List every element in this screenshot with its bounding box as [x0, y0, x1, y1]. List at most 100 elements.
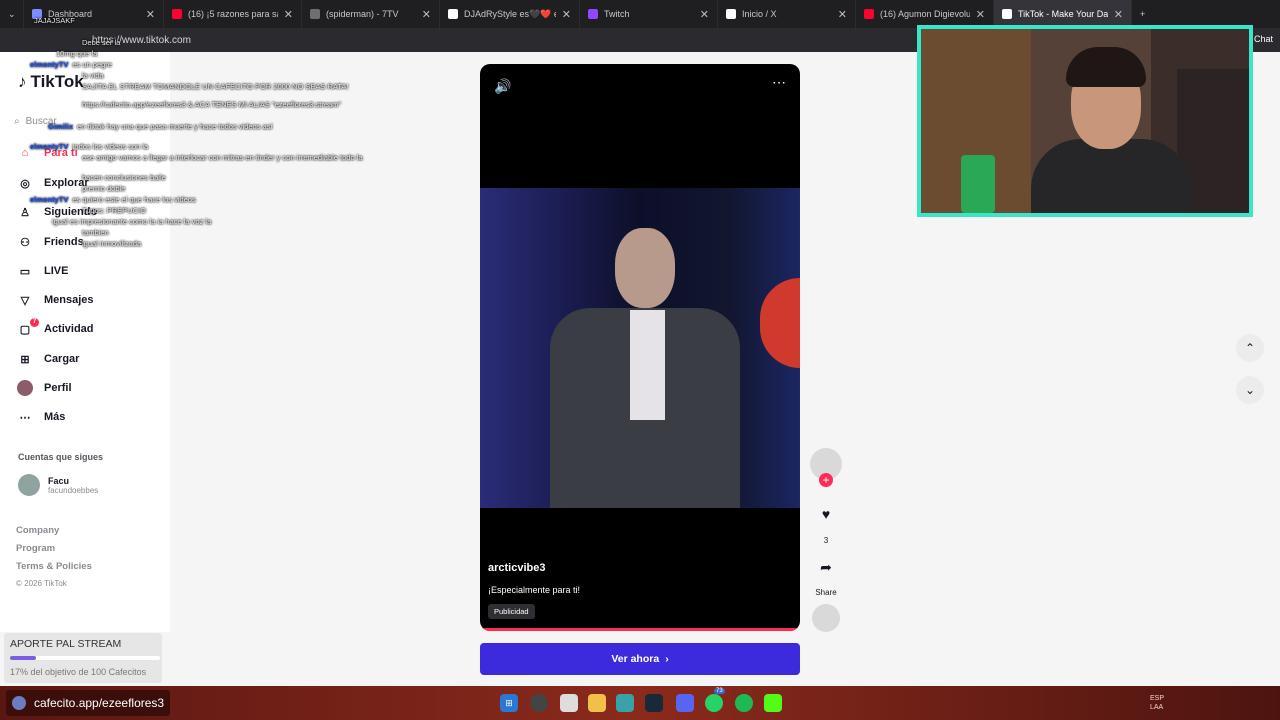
kick-icon[interactable] — [764, 694, 782, 712]
donation-goal-widget: APORTE PAL STREAM 17% del objetivo de 10… — [4, 633, 162, 683]
discord-icon[interactable] — [676, 694, 694, 712]
next-video-button[interactable]: ⌄ — [1236, 376, 1264, 404]
task-view-icon[interactable] — [560, 694, 578, 712]
tab-twitch[interactable]: Twitch ✕ — [580, 0, 718, 28]
pinned-window[interactable]: cafecito.app/ezeeflores3 — [6, 690, 170, 716]
twitch-icon — [588, 9, 598, 19]
home-icon: ⌂ — [21, 147, 29, 159]
chevron-right-icon: › — [665, 653, 669, 665]
streamer-shirt — [1031, 139, 1191, 213]
new-tab-button[interactable]: + — [1132, 0, 1156, 28]
search-input[interactable]: ⌕ Buscar — [14, 110, 144, 132]
tab-tiktok[interactable]: TikTok - Make Your Day ✕ — [994, 0, 1132, 28]
youtube-icon — [172, 9, 182, 19]
video-frame — [480, 188, 800, 508]
chat-label: Chat — [1254, 34, 1274, 44]
tiktok-icon — [1002, 9, 1012, 19]
share-label: Share — [815, 588, 837, 597]
video-progress-bar[interactable] — [480, 628, 800, 631]
nav-explore[interactable]: ◎ Explorar — [16, 170, 156, 196]
close-icon[interactable]: ✕ — [838, 8, 847, 21]
tab-youtube-2[interactable]: (16) Agumon Digievolución ✕ — [856, 0, 994, 28]
following-icon: ♙ — [20, 206, 30, 219]
close-icon[interactable]: ✕ — [562, 8, 571, 21]
follow-plus-icon[interactable]: + — [819, 473, 833, 487]
language-indicator[interactable]: ESP LAA — [1150, 694, 1164, 712]
footer-terms-link[interactable]: Terms & Policies — [16, 561, 92, 572]
video-author[interactable]: arcticvibe3 — [488, 562, 545, 574]
tab-7tv[interactable]: (spiderman) - 7TV ✕ — [302, 0, 440, 28]
close-icon[interactable]: ✕ — [284, 8, 293, 21]
upload-icon: ⊞ — [20, 353, 30, 366]
tab-dashboard[interactable]: Dashboard ✕ — [24, 0, 164, 28]
donation-progress-bar — [10, 656, 160, 660]
taskbar: cafecito.app/ezeeflores3 ⊞ 73 ESP LAA — [0, 686, 1280, 720]
nav-activity[interactable]: ▢ 7 Actividad — [16, 316, 156, 342]
followed-account[interactable]: Facu facundoebbes — [18, 474, 98, 496]
more-icon: ⋯ — [19, 411, 31, 424]
message-icon: ▽ — [20, 294, 30, 307]
whatsapp-icon[interactable]: 73 — [705, 688, 725, 712]
footer-company-link[interactable]: Company — [16, 525, 59, 536]
nav-friends[interactable]: ⚇ Friends — [16, 229, 156, 255]
browser-icon[interactable] — [616, 694, 634, 712]
mate-cup — [961, 155, 995, 213]
donation-subtitle: 17% del objetivo de 100 Cafecitos — [10, 667, 147, 677]
nav-for-you[interactable]: ⌂ Para ti — [16, 140, 156, 166]
video-player[interactable]: 🔊 ⋯ arcticvibe3 ¡Especialmente para ti! … — [480, 64, 800, 631]
tab-youtube-1[interactable]: (16) ¡5 razones para salir co ✕ — [164, 0, 302, 28]
live-icon: ▭ — [19, 265, 31, 278]
tab-list-button[interactable]: ⌄ — [0, 0, 24, 28]
browser-tab-bar: ⌄ Dashboard ✕ (16) ¡5 razones para salir… — [0, 0, 1280, 28]
footer-program-link[interactable]: Program — [16, 543, 55, 554]
account-handle: facundoebbes — [48, 485, 99, 495]
webcam-overlay — [917, 25, 1253, 217]
url-text: https://www.tiktok.com — [92, 34, 191, 46]
nav-following[interactable]: ♙ Siguiendo — [16, 199, 156, 225]
sound-avatar[interactable] — [812, 604, 840, 632]
donation-progress-fill — [10, 656, 36, 660]
tab-x-home[interactable]: Inicio / X ✕ — [718, 0, 856, 28]
following-section-title: Cuentas que sigues — [18, 452, 104, 462]
globe-icon — [12, 696, 26, 710]
speaker-shirt — [630, 310, 665, 420]
volume-icon[interactable]: 🔊 — [494, 78, 511, 95]
tiktok-logo[interactable]: ♪ TikTok — [18, 72, 84, 92]
tab-x-post[interactable]: DJAdRyStyle es🖤❤️ en X: " ✕ — [440, 0, 580, 28]
speaker-head — [615, 228, 675, 308]
chevron-up-icon: ⌃ — [1244, 341, 1256, 355]
youtube-icon — [864, 9, 874, 19]
close-icon[interactable]: ✕ — [976, 8, 985, 21]
x-icon — [448, 9, 458, 19]
nav-live[interactable]: ▭ LIVE — [16, 258, 156, 284]
previous-video-button[interactable]: ⌃ — [1236, 334, 1264, 362]
steam-icon[interactable] — [645, 694, 663, 712]
like-count: 3 — [823, 536, 829, 545]
whatsapp-badge: 73 — [714, 688, 725, 694]
close-icon[interactable]: ✕ — [700, 8, 709, 21]
friends-icon: ⚇ — [20, 236, 30, 249]
tiktok-sidebar: ♪ TikTok ⌕ Buscar ⌂ Para ti ◎ Explorar ♙… — [0, 52, 170, 632]
avatar — [18, 474, 40, 496]
share-icon[interactable]: ➦ — [814, 555, 838, 579]
close-icon[interactable]: ✕ — [146, 8, 155, 21]
search-icon[interactable] — [530, 694, 548, 712]
nav-profile[interactable]: Perfil — [16, 375, 156, 401]
close-icon[interactable]: ✕ — [422, 8, 431, 21]
activity-icon: ▢ 7 — [16, 318, 39, 338]
more-options-icon[interactable]: ⋯ — [772, 74, 786, 91]
chevron-down-icon: ⌄ — [1244, 383, 1256, 397]
dashboard-favicon-icon — [32, 9, 42, 19]
video-caption: ¡Especialmente para ti! — [488, 585, 581, 595]
windows-start-icon[interactable]: ⊞ — [500, 694, 518, 712]
nav-upload[interactable]: ⊞ Cargar — [16, 346, 156, 372]
x-icon — [726, 9, 736, 19]
account-name: Facu — [48, 475, 70, 486]
spotify-icon[interactable] — [735, 694, 753, 712]
heart-icon[interactable]: ♥ — [814, 502, 838, 526]
file-explorer-icon[interactable] — [588, 694, 606, 712]
nav-more[interactable]: ⋯ Más — [16, 404, 156, 430]
watch-now-button[interactable]: Ver ahora › — [480, 643, 800, 675]
close-icon[interactable]: ✕ — [1114, 8, 1123, 21]
nav-messages[interactable]: ▽ Mensajes — [16, 287, 156, 313]
